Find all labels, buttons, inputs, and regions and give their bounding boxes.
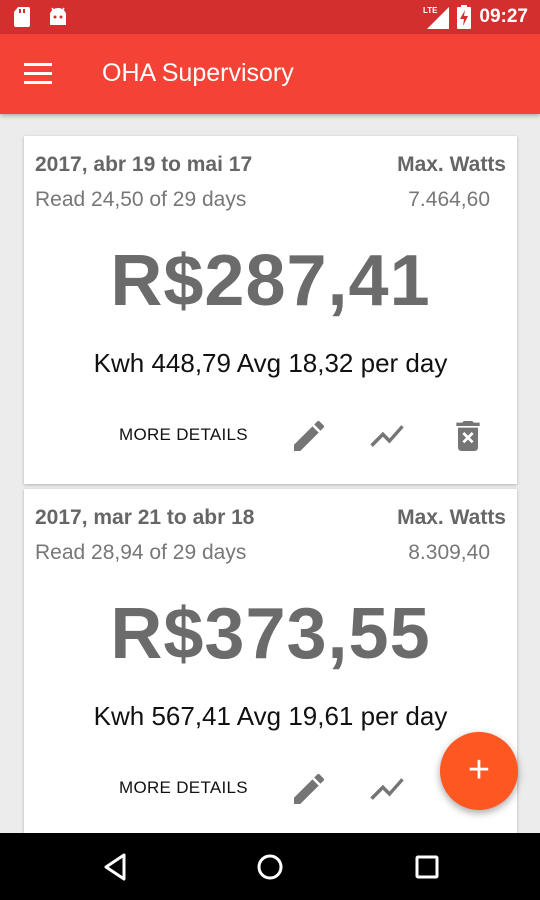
add-button[interactable]: + [440,732,518,810]
max-watts-value: 8.309,40 [408,541,490,564]
app-title: OHA Supervisory [102,59,294,87]
consumption-summary: Kwh 567,41 Avg 19,61 per day [93,701,448,731]
back-icon[interactable] [96,847,136,887]
status-clock: 09:27 [479,6,528,27]
edit-icon[interactable] [289,769,329,809]
max-watts-label: Max. Watts [397,153,506,176]
bill-amount: R$287,41 [110,241,431,321]
status-bar: LTE 09:27 [0,0,540,34]
consumption-summary: Kwh 448,79 Avg 18,32 per day [93,348,448,378]
recent-apps-icon[interactable] [407,847,447,887]
bill-card: 2017, abr 19 to mai 17 Max. Watts Read 2… [24,136,517,484]
read-days: Read 24,50 of 29 days [35,188,247,211]
card-actions: MORE DETAILS [24,414,517,458]
sd-card-icon [14,7,30,27]
bill-amount: R$373,55 [110,594,431,674]
delete-icon[interactable] [448,416,488,456]
system-nav-bar [0,833,540,900]
android-icon [50,7,66,25]
bill-list[interactable]: 2017, abr 19 to mai 17 Max. Watts Read 2… [0,114,540,833]
home-icon[interactable] [250,847,290,887]
max-watts-label: Max. Watts [397,506,506,529]
more-details-button[interactable]: MORE DETAILS [119,778,248,798]
menu-icon[interactable] [24,60,52,88]
max-watts-value: 7.464,60 [408,188,490,211]
battery-charging-icon [457,5,472,29]
bill-period: 2017, mar 21 to abr 18 [35,506,255,529]
bill-period: 2017, abr 19 to mai 17 [35,153,253,176]
trending-chart-icon[interactable] [367,416,407,456]
trending-chart-icon[interactable] [367,769,407,809]
more-details-button[interactable]: MORE DETAILS [119,425,248,445]
app-bar: OHA Supervisory [0,34,540,114]
edit-icon[interactable] [289,416,329,456]
read-days: Read 28,94 of 29 days [35,541,247,564]
network-label: LTE [423,6,438,15]
lte-signal-icon: LTE [423,6,450,29]
